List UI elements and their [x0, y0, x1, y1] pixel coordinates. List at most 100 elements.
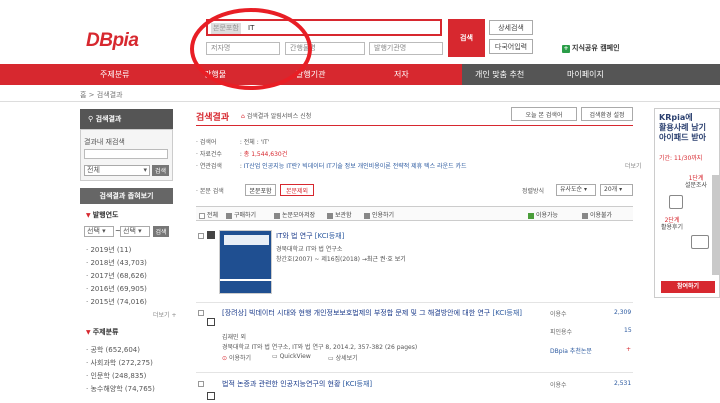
breadcrumb: 홈 > 검색결과: [80, 91, 123, 99]
pdf-icon: [207, 392, 215, 400]
join-button[interactable]: 참여하기: [661, 281, 715, 293]
quote-icon: [364, 212, 370, 219]
related-term[interactable]: IT산업: [244, 163, 260, 170]
nav-item-authors[interactable]: 저자: [394, 64, 409, 85]
cite-button[interactable]: 인용하기: [364, 210, 394, 219]
year-section-title[interactable]: ▼ 발행연도: [86, 210, 118, 220]
year-to-select[interactable]: 선택 ▾: [120, 226, 150, 237]
search-settings-button[interactable]: 검색환경 설정: [581, 107, 633, 121]
recommend-label[interactable]: DBpia 추천논문: [550, 346, 592, 355]
related-more-link[interactable]: 더보기: [625, 161, 642, 170]
select-all-checkbox[interactable]: 전체: [199, 210, 218, 219]
related-term[interactable]: 텍스 라운드 카드: [424, 163, 466, 170]
alert-service-link[interactable]: ⌂ 검색결과 알림서비스 신청: [241, 111, 311, 120]
subject-item[interactable]: · 사회과학 (272,275): [86, 358, 153, 368]
cart-button[interactable]: 구매하기: [226, 210, 256, 219]
use-link[interactable]: ⊙ 이용하기: [222, 353, 251, 362]
refine-input[interactable]: [84, 149, 168, 159]
nav-item-subject[interactable]: 주제분류: [100, 64, 129, 85]
related-term[interactable]: 전략적 제휴: [393, 163, 423, 170]
result-checkbox[interactable]: [198, 309, 204, 317]
download-icon: [274, 212, 280, 219]
document-icon: [207, 231, 215, 239]
quickview-link[interactable]: ▭ QuickView: [272, 353, 311, 360]
triangle-down-icon: ▼: [86, 212, 93, 219]
chevron-down-icon: ▾: [143, 166, 147, 174]
survey-icon: [669, 195, 683, 209]
subject-section-title[interactable]: ▼ 주제분류: [86, 327, 118, 337]
unavailable-filter[interactable]: 이용불가: [582, 210, 612, 219]
latest-issue-link[interactable]: →최근 권·호 보기: [362, 256, 406, 263]
sort-label: 정렬방식: [522, 188, 545, 195]
subject-item[interactable]: · 공학 (652,604): [86, 345, 140, 355]
search-icon: ⚲: [88, 115, 96, 123]
related-term[interactable]: 인공지능: [262, 163, 284, 170]
citations-label: 피인용수: [550, 329, 573, 336]
related-term[interactable]: 개인비용이론: [358, 163, 391, 170]
year-item[interactable]: · 2019년 (11): [86, 245, 131, 255]
promo-banner[interactable]: KRpia에 활용사례 남기 아이패드 받아 기간: 11/30까지 1단계 설문조사…: [654, 108, 720, 298]
subject-item[interactable]: · 인문학 (248,835): [86, 371, 146, 381]
year-item[interactable]: · 2015년 (74,016): [86, 297, 147, 307]
share-icon: +: [562, 45, 570, 53]
multilang-input-button[interactable]: 다국어입력: [489, 39, 533, 54]
related-term[interactable]: 정보: [345, 163, 356, 170]
year-from-select[interactable]: 선택 ▾: [84, 226, 114, 237]
title-divider: [196, 125, 633, 126]
search-button[interactable]: 검색: [448, 19, 485, 57]
result-checkbox[interactable]: [198, 232, 204, 240]
refine-label: 결과내 재검색: [84, 138, 125, 146]
check-icon: [528, 212, 534, 219]
nav-item-mypage[interactable]: 마이페이지: [567, 64, 604, 85]
result-checkbox[interactable]: [198, 380, 204, 388]
nav-item-recommend[interactable]: 개인 맞춤 추천: [475, 64, 524, 85]
body-exclude-button[interactable]: 본문제외: [280, 184, 314, 196]
related-row: · 연관검색: IT산업 인공지능 IT란? 빅데이터 IT기술 정보 개인비용…: [196, 163, 467, 170]
result-title[interactable]: 법적 논증과 관련한 인공지능연구의 현황 [KCI등재]: [222, 379, 372, 389]
advanced-search-button[interactable]: 상세검색: [489, 20, 533, 35]
result-citation: 경북대학교 IT와 법 연구소, IT와 법 연구 8, 2014.2, 357…: [222, 344, 418, 351]
result-title[interactable]: IT와 법 연구 [KCI등재]: [276, 231, 344, 241]
recent-queries-button[interactable]: 오늘 본 검색어: [511, 107, 577, 121]
related-term[interactable]: IT란?: [286, 163, 300, 170]
views-count: 2,309: [614, 309, 632, 316]
citations-count[interactable]: 15: [624, 327, 632, 334]
banner-step-1: 1단계 설문조사: [685, 175, 708, 189]
recommend-expand[interactable]: +: [626, 346, 631, 353]
dbpia-logo[interactable]: DBpia: [86, 30, 139, 52]
pdf-icon: [207, 318, 215, 326]
year-search-button[interactable]: 검색: [153, 226, 169, 237]
available-filter[interactable]: 이용가능: [528, 210, 558, 219]
related-term[interactable]: IT기술: [326, 163, 342, 170]
year-item[interactable]: · 2018년 (43,703): [86, 258, 147, 268]
scrollbar[interactable]: [712, 175, 720, 275]
knowledge-share-link[interactable]: + 지식공유 캠페인: [562, 43, 620, 53]
export-button[interactable]: 논문모아저장: [274, 210, 315, 219]
refine-search-button[interactable]: 검색: [152, 165, 169, 176]
result-author[interactable]: 김재민 외: [222, 332, 246, 341]
page-title: 검색결과: [196, 113, 230, 123]
folder-icon: [327, 212, 333, 219]
body-include-button[interactable]: 본문포함: [245, 184, 276, 196]
refine-scope-select[interactable]: 전체 ▾: [84, 165, 150, 176]
views-label: 이용수: [550, 382, 567, 389]
year-item[interactable]: · 2016년 (69,905): [86, 284, 147, 294]
year-more-link[interactable]: 더보기 +: [153, 310, 177, 319]
year-item[interactable]: · 2017년 (68,626): [86, 271, 147, 281]
bookmark-button[interactable]: 보관함: [327, 210, 352, 219]
divider: [196, 372, 633, 373]
publisher-field[interactable]: 발행기관명: [369, 42, 443, 55]
per-page-select[interactable]: 20개 ▾: [600, 184, 633, 196]
lock-icon: [582, 212, 588, 219]
journal-cover-image[interactable]: [219, 230, 273, 294]
sort-select[interactable]: 유사도순 ▾: [556, 184, 596, 196]
related-term[interactable]: 빅데이터: [302, 163, 324, 170]
count-row: · 자료건수: 총 1,544,630건: [196, 151, 288, 158]
result-title[interactable]: [장려상] 빅데이터 시대와 현행 개인정보보호법제의 부정합 문제 및 그 해…: [222, 308, 522, 318]
detail-icon: ▭: [328, 355, 336, 362]
query-row: · 검색어: 전체 : 'IT': [196, 139, 270, 146]
views-count: 2,531: [614, 380, 632, 387]
subject-item[interactable]: · 농수해양학 (74,765): [86, 384, 155, 394]
triangle-down-icon: ▼: [86, 329, 93, 336]
detail-link[interactable]: ▭ 상세보기: [328, 353, 358, 362]
